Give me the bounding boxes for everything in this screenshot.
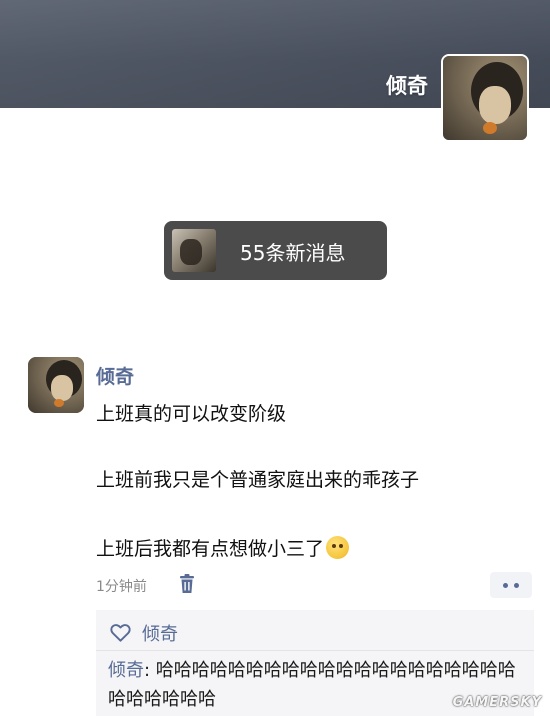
profile-name[interactable]: 倾奇 bbox=[386, 70, 428, 100]
more-button[interactable] bbox=[490, 572, 532, 598]
profile-avatar[interactable] bbox=[441, 54, 529, 142]
post-text-line-3: 上班后我都有点想做小三了 bbox=[96, 534, 350, 561]
sender-thumbnail-icon bbox=[172, 229, 216, 272]
avatar-face bbox=[51, 375, 73, 401]
post-avatar[interactable] bbox=[28, 357, 84, 413]
heart-outline-icon bbox=[110, 624, 131, 642]
post-timestamp: 1分钟前 bbox=[96, 579, 147, 595]
post-text-line-3-text: 上班后我都有点想做小三了 bbox=[96, 538, 325, 560]
more-dot bbox=[503, 583, 508, 588]
watermark: GAMERSKY bbox=[452, 695, 542, 710]
avatar-hand bbox=[483, 122, 497, 134]
trash-icon[interactable] bbox=[178, 574, 196, 594]
comment-separator: : bbox=[144, 660, 156, 681]
more-dot bbox=[514, 583, 519, 588]
post-text-line-1: 上班真的可以改变阶级 bbox=[96, 403, 287, 425]
new-messages-label: 55条新消息 bbox=[240, 241, 346, 265]
divider bbox=[96, 650, 534, 651]
avatar-face bbox=[479, 86, 511, 124]
comment-author[interactable]: 倾奇 bbox=[108, 660, 144, 681]
post-author[interactable]: 倾奇 bbox=[96, 362, 134, 389]
like-user-name[interactable]: 倾奇 bbox=[142, 620, 178, 646]
post-text-line-2: 上班前我只是个普通家庭出来的乖孩子 bbox=[96, 469, 420, 491]
crying-laughing-emoji-icon bbox=[326, 536, 350, 559]
new-messages-notification[interactable]: 55条新消息 bbox=[164, 221, 387, 280]
avatar-hand bbox=[54, 399, 64, 407]
